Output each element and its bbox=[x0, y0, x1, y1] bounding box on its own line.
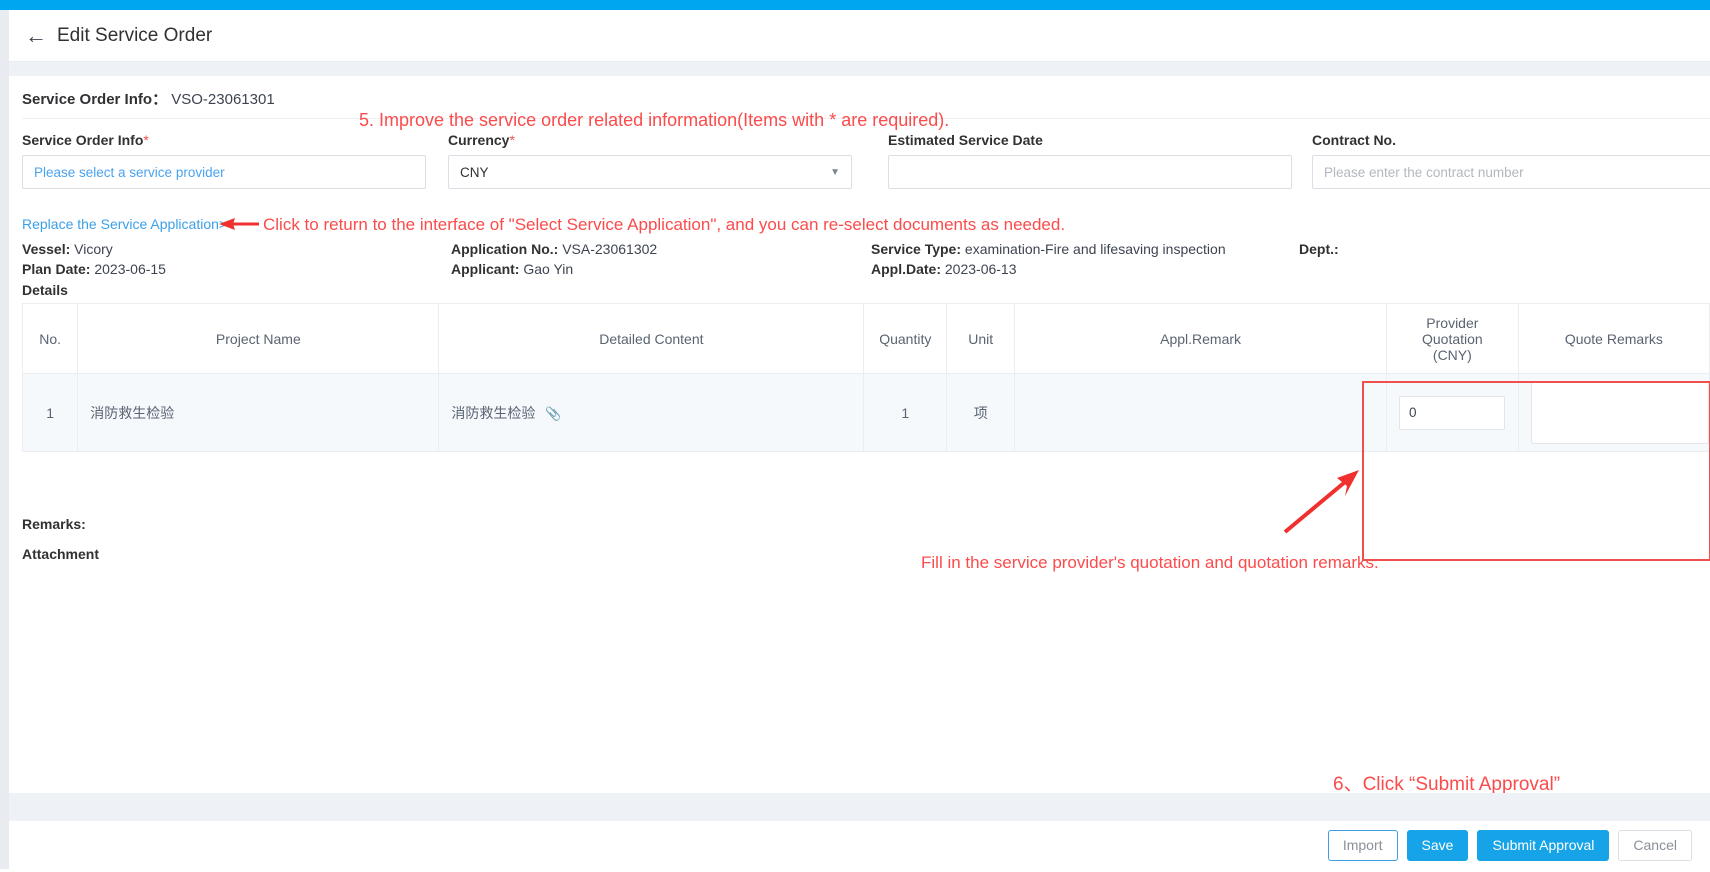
cell-no: 1 bbox=[21, 373, 79, 452]
col-appl-remark: Appl.Remark bbox=[1014, 303, 1387, 374]
cell-quantity: 1 bbox=[863, 373, 948, 452]
page-title: Edit Service Order bbox=[57, 24, 213, 46]
cell-project-name: 消防救生检验 bbox=[77, 373, 440, 452]
meta-dept: Dept.: bbox=[1299, 241, 1339, 257]
field-label: Estimated Service Date bbox=[888, 132, 1043, 148]
quotation-highlight-top bbox=[1362, 381, 1710, 383]
content-panel: Service Order Info： VSO-23061301 5. Impr… bbox=[9, 76, 1710, 868]
header-gap-strip bbox=[9, 62, 1710, 76]
chevron-down-icon: ▼ bbox=[830, 166, 840, 178]
field-label: Service Order Info* bbox=[22, 132, 149, 148]
field-label: Contract No. bbox=[1312, 132, 1396, 148]
quote-remarks-textarea[interactable] bbox=[1530, 381, 1709, 444]
meta-application-no: Application No.: VSA-23061302 bbox=[451, 241, 658, 257]
annotation-step6: 6、Click “Submit Approval” bbox=[1333, 774, 1561, 795]
field-service-provider: Service Order Info* Please select a serv… bbox=[22, 132, 426, 189]
meta-appl-date: Appl.Date: 2023-06-13 bbox=[871, 261, 1017, 277]
back-arrow-icon[interactable]: ← bbox=[25, 24, 47, 47]
app-top-accent-bar bbox=[0, 0, 1710, 10]
field-currency: Currency* CNY ▼ bbox=[448, 132, 852, 189]
service-provider-select[interactable]: Please select a service provider bbox=[22, 155, 426, 189]
meta-plan-date: Plan Date: 2023-06-15 bbox=[22, 261, 166, 277]
provider-quotation-input[interactable]: 0 bbox=[1399, 395, 1505, 430]
col-provider-quotation-line3: (CNY) bbox=[1432, 346, 1472, 363]
meta-service-type: Service Type: examination-Fire and lifes… bbox=[871, 241, 1226, 257]
import-button[interactable]: Import bbox=[1327, 829, 1398, 861]
annotation-arrow-quotation-icon bbox=[1283, 470, 1359, 534]
meta-vessel: Vessel: Vicory bbox=[22, 241, 113, 257]
annotation-arrow-left-icon bbox=[219, 218, 259, 230]
details-label: Details bbox=[22, 282, 68, 298]
quotation-highlight-bottom bbox=[1362, 559, 1710, 561]
detailed-content-text: 消防救生检验 bbox=[451, 404, 536, 421]
col-unit: Unit bbox=[946, 303, 1016, 374]
service-order-info-separator: ： bbox=[152, 91, 168, 108]
attachment-label: Attachment bbox=[22, 546, 100, 562]
meta-applicant: Applicant: Gao Yin bbox=[451, 261, 574, 277]
page-header: ← Edit Service Order bbox=[9, 10, 1710, 62]
details-table: No. Project Name Detailed Content Quanti… bbox=[21, 303, 1710, 452]
currency-value: CNY bbox=[460, 164, 489, 180]
quotation-highlight-left bbox=[1362, 381, 1364, 561]
col-provider-quotation-line2: Quotation bbox=[1422, 330, 1483, 347]
footer-action-bar: Import Save Submit Approval Cancel bbox=[9, 821, 1710, 869]
cell-unit: 项 bbox=[946, 373, 1016, 452]
annotation-replace-hint: Click to return to the interface of "Sel… bbox=[263, 215, 1066, 234]
remarks-label: Remarks: bbox=[22, 516, 86, 532]
annotation-quotation-hint: Fill in the service provider's quotation… bbox=[921, 553, 1379, 572]
cell-detailed-content: 消防救生检验 📎 bbox=[438, 373, 865, 452]
cell-appl-remark bbox=[1014, 373, 1387, 452]
col-quote-remarks: Quote Remarks bbox=[1517, 303, 1710, 374]
service-order-info-summary: Service Order Info： VSO-23061301 bbox=[22, 88, 275, 109]
submit-approval-button[interactable]: Submit Approval bbox=[1477, 829, 1610, 861]
paperclip-icon[interactable]: 📎 bbox=[545, 406, 561, 421]
col-no: No. bbox=[21, 303, 79, 374]
field-contract-no: Contract No. Please enter the contract n… bbox=[1312, 132, 1710, 189]
col-provider-quotation: Provider Quotation (CNY) bbox=[1386, 303, 1519, 374]
contract-no-input[interactable]: Please enter the contract number bbox=[1312, 155, 1710, 189]
save-button[interactable]: Save bbox=[1406, 829, 1469, 861]
field-estimated-service-date: Estimated Service Date bbox=[888, 132, 1292, 189]
cell-provider-quotation: 0 bbox=[1386, 373, 1519, 452]
table-row: 1 消防救生检验 消防救生检验 📎 1 项 0 bbox=[21, 373, 1710, 452]
cell-quote-remarks bbox=[1517, 373, 1710, 452]
estimated-service-date-input[interactable] bbox=[888, 155, 1292, 189]
service-order-info-label: Service Order Info bbox=[22, 91, 153, 108]
annotation-step5: 5. Improve the service order related inf… bbox=[359, 110, 950, 130]
replace-service-application-link[interactable]: Replace the Service Application> bbox=[22, 216, 227, 232]
table-header-row: No. Project Name Detailed Content Quanti… bbox=[21, 303, 1710, 374]
footer-strip bbox=[9, 793, 1710, 821]
service-order-info-value: VSO-23061301 bbox=[171, 91, 275, 108]
col-provider-quotation-line1: Provider bbox=[1426, 314, 1479, 331]
field-label: Currency* bbox=[448, 132, 515, 148]
col-detailed-content: Detailed Content bbox=[438, 303, 865, 374]
col-quantity: Quantity bbox=[863, 303, 948, 374]
cancel-button[interactable]: Cancel bbox=[1618, 829, 1692, 861]
currency-select[interactable]: CNY ▼ bbox=[448, 155, 852, 189]
left-rail bbox=[0, 10, 9, 869]
col-project-name: Project Name bbox=[77, 303, 440, 374]
